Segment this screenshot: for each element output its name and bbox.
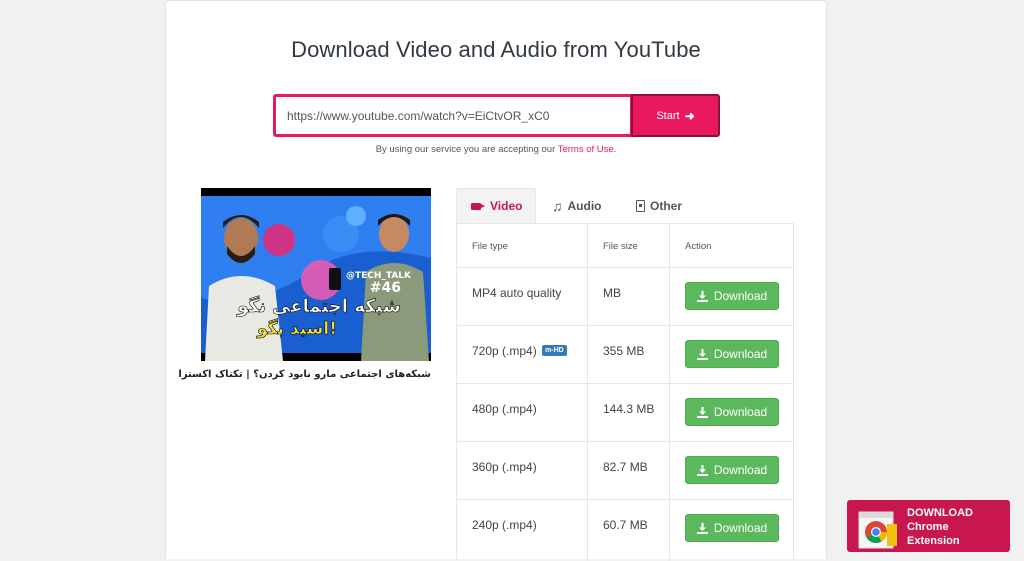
download-button-label: Download (713, 347, 768, 361)
search-form: Start ➜ (273, 94, 720, 137)
terms-notice: By using our service you are accepting o… (166, 144, 826, 155)
thumbnail-caption-line2: اسید بگو! (256, 318, 337, 339)
table-row: MP4 auto quality MB Download (457, 268, 793, 326)
main-card: Download Video and Audio from YouTube St… (165, 0, 827, 561)
arrow-right-icon: ➜ (684, 108, 695, 123)
header-file-type: File type (457, 224, 588, 267)
tab-other[interactable]: Other (636, 188, 716, 223)
formats-table: File type File size Action MP4 auto qual… (456, 223, 794, 561)
music-note-icon: ♫ (552, 197, 563, 214)
table-header-row: File type File size Action (457, 224, 793, 268)
file-type-cell: MP4 auto quality (457, 268, 588, 325)
tab-video[interactable]: Video (456, 188, 536, 223)
start-button[interactable]: Start ➜ (631, 94, 720, 137)
thumbnail-episode: #46 (370, 280, 401, 296)
file-size-cell: 355 MB (588, 326, 670, 383)
chrome-extension-line2: Chrome (907, 521, 949, 533)
file-type-label: MP4 auto quality (472, 286, 562, 300)
download-button-label: Download (713, 405, 768, 419)
download-icon (696, 522, 708, 534)
download-button-label: Download (713, 289, 768, 303)
download-button[interactable]: Download (685, 282, 779, 310)
format-tabs: Video ♫ Audio Other (456, 188, 794, 223)
file-type-cell: 360p (.mp4) (457, 442, 588, 499)
download-button[interactable]: Download (685, 456, 779, 484)
table-row: 720p (.mp4) m-HD 355 MB Download (457, 326, 793, 384)
file-size-cell: 144.3 MB (588, 384, 670, 441)
chrome-extension-text: DOWNLOAD Chrome Extension (907, 506, 973, 548)
header-file-size: File size (588, 224, 670, 267)
header-action: Action (685, 241, 712, 252)
file-type-cell: 240p (.mp4) (457, 500, 588, 561)
table-row: 240p (.mp4) 60.7 MB Download (457, 500, 793, 561)
action-cell: Download (670, 326, 793, 383)
file-type-label: 240p (.mp4) (472, 518, 537, 532)
download-button-label: Download (713, 463, 768, 477)
download-icon (696, 348, 708, 360)
download-button[interactable]: Download (685, 398, 779, 426)
table-row: 360p (.mp4) 82.7 MB Download (457, 442, 793, 500)
terms-suffix: . (613, 144, 617, 155)
terms-prefix: By using our service you are accepting o… (375, 144, 558, 155)
thumbnail-caption-line1: شبکه اجتماعی نگو (236, 295, 400, 317)
terms-of-use-link[interactable]: Terms of Use (558, 144, 614, 155)
tab-audio[interactable]: ♫ Audio (552, 188, 632, 223)
file-type-label: 720p (.mp4) (472, 344, 537, 358)
action-cell: Download (670, 268, 793, 325)
download-button-label: Download (713, 521, 768, 535)
action-cell: Download (670, 384, 793, 441)
file-size-cell: 82.7 MB (588, 442, 670, 499)
chrome-extension-line3: Extension (907, 535, 960, 547)
download-button[interactable]: Download (685, 340, 779, 368)
thumbnail-image: @TECH_TALK #46 شبکه اجتماعی نگو اسید بگو… (201, 188, 431, 361)
chrome-extension-icon (858, 511, 897, 549)
video-camera-icon (471, 202, 485, 210)
video-title: شبکه‌های اجتماعی مارو نابود کردن؟ | تکتا… (178, 369, 431, 380)
tab-audio-label: Audio (567, 198, 602, 213)
quality-badge: m-HD (542, 345, 567, 357)
file-icon (636, 199, 645, 212)
download-button[interactable]: Download (685, 514, 779, 542)
file-type-label: 360p (.mp4) (472, 460, 537, 474)
file-type-label: 480p (.mp4) (472, 402, 537, 416)
file-size-cell: 60.7 MB (588, 500, 670, 561)
chrome-extension-banner[interactable]: DOWNLOAD Chrome Extension (847, 500, 1010, 552)
download-icon (696, 290, 708, 302)
file-size-cell: MB (588, 268, 670, 325)
page-title: Download Video and Audio from YouTube (291, 37, 701, 62)
start-button-label: Start (656, 109, 680, 122)
tab-video-label: Video (490, 199, 523, 213)
video-thumbnail[interactable]: @TECH_TALK #46 شبکه اجتماعی نگو اسید بگو… (201, 188, 431, 361)
download-icon (696, 464, 708, 476)
url-input[interactable] (273, 94, 633, 137)
file-type-cell: 720p (.mp4) m-HD (457, 326, 588, 383)
file-type-cell: 480p (.mp4) (457, 384, 588, 441)
table-row: 480p (.mp4) 144.3 MB Download (457, 384, 793, 442)
tab-other-label: Other (650, 198, 683, 213)
download-icon (696, 406, 708, 418)
action-cell: Download (670, 500, 793, 561)
chrome-extension-line1: DOWNLOAD (907, 507, 973, 519)
action-cell: Download (670, 442, 793, 499)
